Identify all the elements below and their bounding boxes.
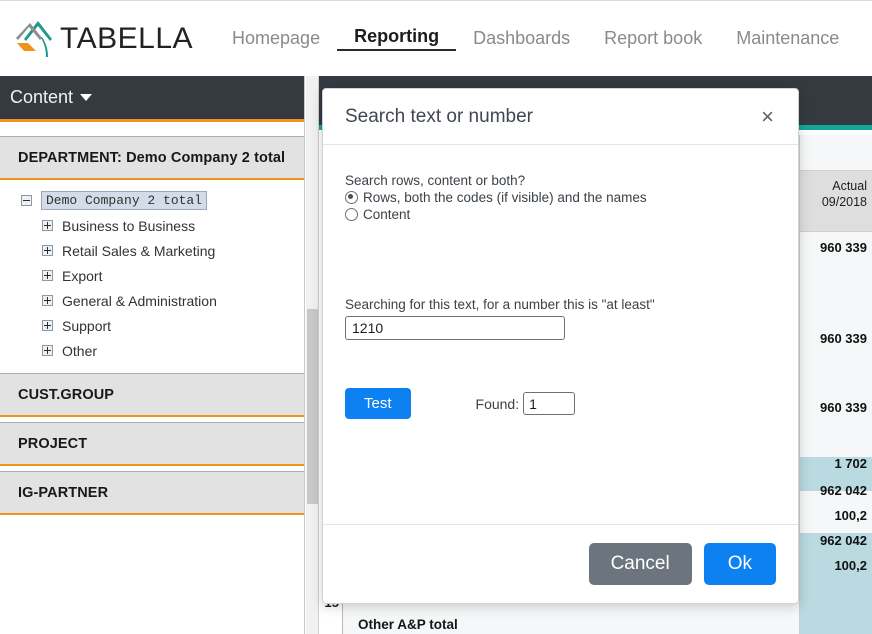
radio-button-rows[interactable] bbox=[345, 191, 358, 204]
report-cell: 100,2 bbox=[834, 508, 867, 523]
expand-plus-icon[interactable] bbox=[42, 245, 53, 256]
report-cell: 960 339 bbox=[820, 331, 867, 346]
tree-node-retail-sales-marketing[interactable]: Retail Sales & Marketing bbox=[0, 238, 304, 263]
report-cell: 962 042 bbox=[820, 483, 867, 498]
report-data-column: Actual 09/2018 960 339 960 339 960 339 1… bbox=[800, 135, 872, 634]
radio-option-content[interactable]: Content bbox=[345, 206, 776, 223]
dialog-header: Search text or number × bbox=[323, 89, 798, 145]
found-label: Found: bbox=[475, 395, 520, 412]
sidebar-spacer bbox=[0, 122, 304, 136]
top-navigation-bar: TABELLA Homepage Reporting Dashboards Re… bbox=[0, 0, 872, 76]
found-group: Found: bbox=[476, 392, 576, 415]
nav-item-dashboards[interactable]: Dashboards bbox=[456, 28, 587, 49]
tree-node-business-to-business[interactable]: Business to Business bbox=[0, 213, 304, 238]
nav-item-homepage[interactable]: Homepage bbox=[215, 28, 337, 49]
report-last-row-label: Other A&P total bbox=[358, 617, 458, 632]
found-count-input[interactable] bbox=[523, 392, 576, 415]
tree-node-label: General & Administration bbox=[62, 292, 217, 309]
tree-node-label: Business to Business bbox=[62, 217, 196, 234]
brand-name: TABELLA bbox=[60, 21, 194, 55]
tree-node-label: Demo Company 2 total bbox=[41, 191, 208, 210]
expand-plus-icon[interactable] bbox=[42, 345, 53, 356]
tree-node-label: Export bbox=[62, 267, 103, 284]
search-input[interactable] bbox=[345, 316, 565, 340]
dialog-spacer bbox=[345, 223, 776, 297]
content-dropdown-label: Content bbox=[10, 87, 74, 107]
dialog-title: Search text or number bbox=[345, 105, 533, 127]
sidebar-section-project[interactable]: PROJECT bbox=[0, 422, 304, 466]
brand-logo[interactable]: TABELLA bbox=[12, 11, 193, 67]
report-cell: 960 339 bbox=[820, 400, 867, 415]
tree-node-export[interactable]: Export bbox=[0, 263, 304, 288]
search-scope-label: Search rows, content or both? bbox=[345, 173, 526, 188]
dialog-footer: Cancel Ok bbox=[323, 524, 798, 603]
nav-item-maintenance[interactable]: Maintenance bbox=[719, 28, 856, 49]
tabella-mountain-icon bbox=[16, 20, 52, 57]
search-dialog: Search text or number × Search rows, con… bbox=[322, 88, 799, 604]
expand-plus-icon[interactable] bbox=[42, 270, 53, 281]
dialog-actions-row: Test Found: bbox=[345, 388, 776, 419]
radio-label-content: Content bbox=[363, 207, 411, 222]
test-button[interactable]: Test bbox=[345, 388, 411, 419]
radio-option-rows[interactable]: Rows, both the codes (if visible) and th… bbox=[345, 189, 776, 206]
sidebar-section-department[interactable]: DEPARTMENT: Demo Company 2 total bbox=[0, 136, 304, 180]
ok-button[interactable]: Ok bbox=[703, 543, 776, 585]
tree-node-other[interactable]: Other bbox=[0, 338, 304, 363]
dialog-body: Search rows, content or both? Rows, both… bbox=[323, 145, 798, 524]
tree-node-root[interactable]: Demo Company 2 total bbox=[0, 188, 304, 213]
search-input-label: Searching for this text, for a number th… bbox=[345, 297, 655, 312]
collapse-minus-icon[interactable] bbox=[21, 195, 32, 206]
report-scrollbar-thumb[interactable] bbox=[307, 309, 318, 504]
report-cell: 1 702 bbox=[834, 456, 867, 471]
tree-node-label: Support bbox=[62, 317, 112, 334]
content-dropdown-button[interactable]: Content bbox=[0, 76, 304, 122]
close-icon[interactable]: × bbox=[759, 105, 776, 128]
report-cell: 100,2 bbox=[834, 558, 867, 573]
expand-plus-icon[interactable] bbox=[42, 220, 53, 231]
report-cell: 960 339 bbox=[820, 240, 867, 255]
application-root: TABELLA Homepage Reporting Dashboards Re… bbox=[0, 0, 872, 634]
radio-label-rows: Rows, both the codes (if visible) and th… bbox=[363, 190, 647, 205]
sidebar-section-cust-group[interactable]: CUST.GROUP bbox=[0, 373, 304, 417]
expand-plus-icon[interactable] bbox=[42, 320, 53, 331]
chevron-down-icon bbox=[80, 94, 93, 101]
tree-node-support[interactable]: Support bbox=[0, 313, 304, 338]
tree-node-general-administration[interactable]: General & Administration bbox=[0, 288, 304, 313]
report-column-header-line2: 09/2018 bbox=[821, 195, 867, 209]
report-cell: 962 042 bbox=[820, 533, 867, 548]
main-menu: Homepage Reporting Dashboards Report boo… bbox=[215, 11, 856, 67]
tree-node-label: Other bbox=[62, 342, 98, 359]
expand-plus-icon[interactable] bbox=[42, 295, 53, 306]
report-column-header-line1: Actual bbox=[832, 179, 867, 193]
cancel-button[interactable]: Cancel bbox=[588, 543, 692, 585]
report-vertical-scrollbar[interactable] bbox=[306, 76, 319, 634]
nav-item-report-book[interactable]: Report book bbox=[587, 28, 719, 49]
report-highlight-strip bbox=[800, 533, 872, 634]
sidebar-section-ig-partner[interactable]: IG-PARTNER bbox=[0, 471, 304, 515]
tree-node-label: Retail Sales & Marketing bbox=[62, 242, 216, 259]
nav-item-reporting[interactable]: Reporting bbox=[337, 26, 457, 51]
left-sidebar: Content DEPARTMENT: Demo Company 2 total… bbox=[0, 76, 305, 634]
department-tree: Demo Company 2 total Business to Busines… bbox=[0, 180, 304, 373]
radio-button-content[interactable] bbox=[345, 208, 358, 221]
report-column-header: Actual 09/2018 bbox=[800, 170, 872, 232]
